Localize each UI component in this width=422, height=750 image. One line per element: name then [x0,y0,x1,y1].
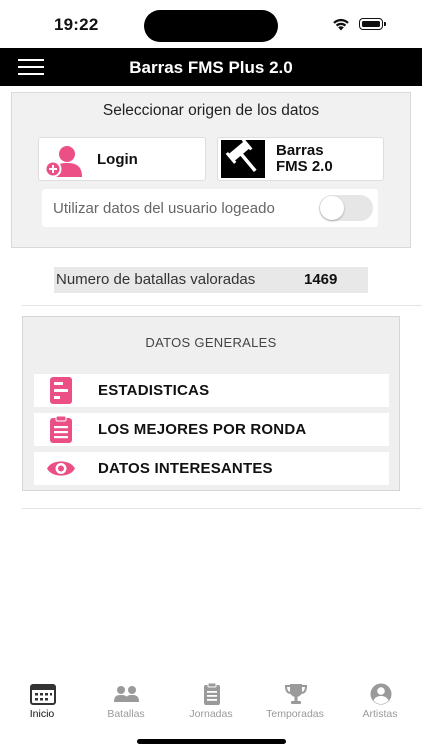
logged-user-toggle-label: Utilizar datos del usuario logeado [53,200,275,217]
tab-inicio-label: Inicio [29,708,55,720]
battles-count-label: Numero de batallas valoradas [56,271,256,288]
best-per-round-label: LOS MEJORES POR RONDA [98,421,307,438]
tab-batallas[interactable]: Batallas [84,675,168,725]
people-icon [114,686,139,702]
tab-artistas[interactable]: Artistas [338,675,422,725]
barras-fms-label: Barras FMS 2.0 [276,142,333,175]
data-source-panel: Seleccionar origen de los datos Login Ba… [11,92,411,248]
battery-icon [359,18,386,30]
clipboard-icon [50,416,72,443]
divider [22,508,422,509]
statistics-item[interactable]: ESTADISTICAS [34,374,389,407]
status-time: 19:22 [54,15,99,34]
interesting-data-label: DATOS INTERESANTES [98,460,273,477]
tab-temporadas-label: Temporadas [266,708,324,720]
status-bar: 19:22 [0,0,422,48]
tab-jornadas-label: Jornadas [189,708,233,720]
tab-batallas-label: Batallas [107,708,145,720]
battles-count-field: Numero de batallas valoradas 1469 [54,267,368,293]
data-source-heading: Seleccionar origen de los datos [102,102,320,119]
statistics-label: ESTADISTICAS [98,382,210,399]
tab-inicio[interactable]: Inicio [0,675,84,725]
battles-count-value: 1469 [304,271,338,288]
tab-artistas-label: Artistas [362,708,398,720]
tab-temporadas[interactable]: Temporadas [253,675,337,725]
app-bar: Barras FMS Plus 2.0 [0,48,422,86]
barras-fms-button[interactable]: Barras FMS 2.0 [217,137,384,181]
dynamic-island [144,10,278,42]
general-data-panel: DATOS GENERALES ESTADISTICAS LOS MEJORES… [22,316,400,491]
trophy-icon [284,684,308,704]
add-user-icon [44,146,82,178]
app-title: Barras FMS Plus 2.0 [129,58,293,77]
person-circle-icon [370,683,392,705]
logged-user-switch[interactable] [319,195,373,221]
eye-icon [47,461,75,476]
best-per-round-item[interactable]: LOS MEJORES POR RONDA [34,413,389,446]
home-indicator[interactable] [137,739,286,744]
interesting-data-item[interactable]: DATOS INTERESANTES [34,452,389,485]
bottom-tab-bar: Inicio Batallas Jornadas Temporadas Arti… [0,675,422,725]
login-label: Login [97,151,138,168]
clipboard-list-icon [204,683,220,705]
general-data-heading: DATOS GENERALES [145,335,277,350]
login-button[interactable]: Login [38,137,206,181]
wifi-icon [333,18,349,31]
logged-user-toggle-row: Utilizar datos del usuario logeado [42,189,378,227]
chart-list-icon [50,377,72,404]
switch-knob [320,196,344,220]
gavel-icon [221,140,265,178]
divider [22,305,422,306]
tab-jornadas[interactable]: Jornadas [169,675,253,725]
calendar-icon [30,684,56,705]
